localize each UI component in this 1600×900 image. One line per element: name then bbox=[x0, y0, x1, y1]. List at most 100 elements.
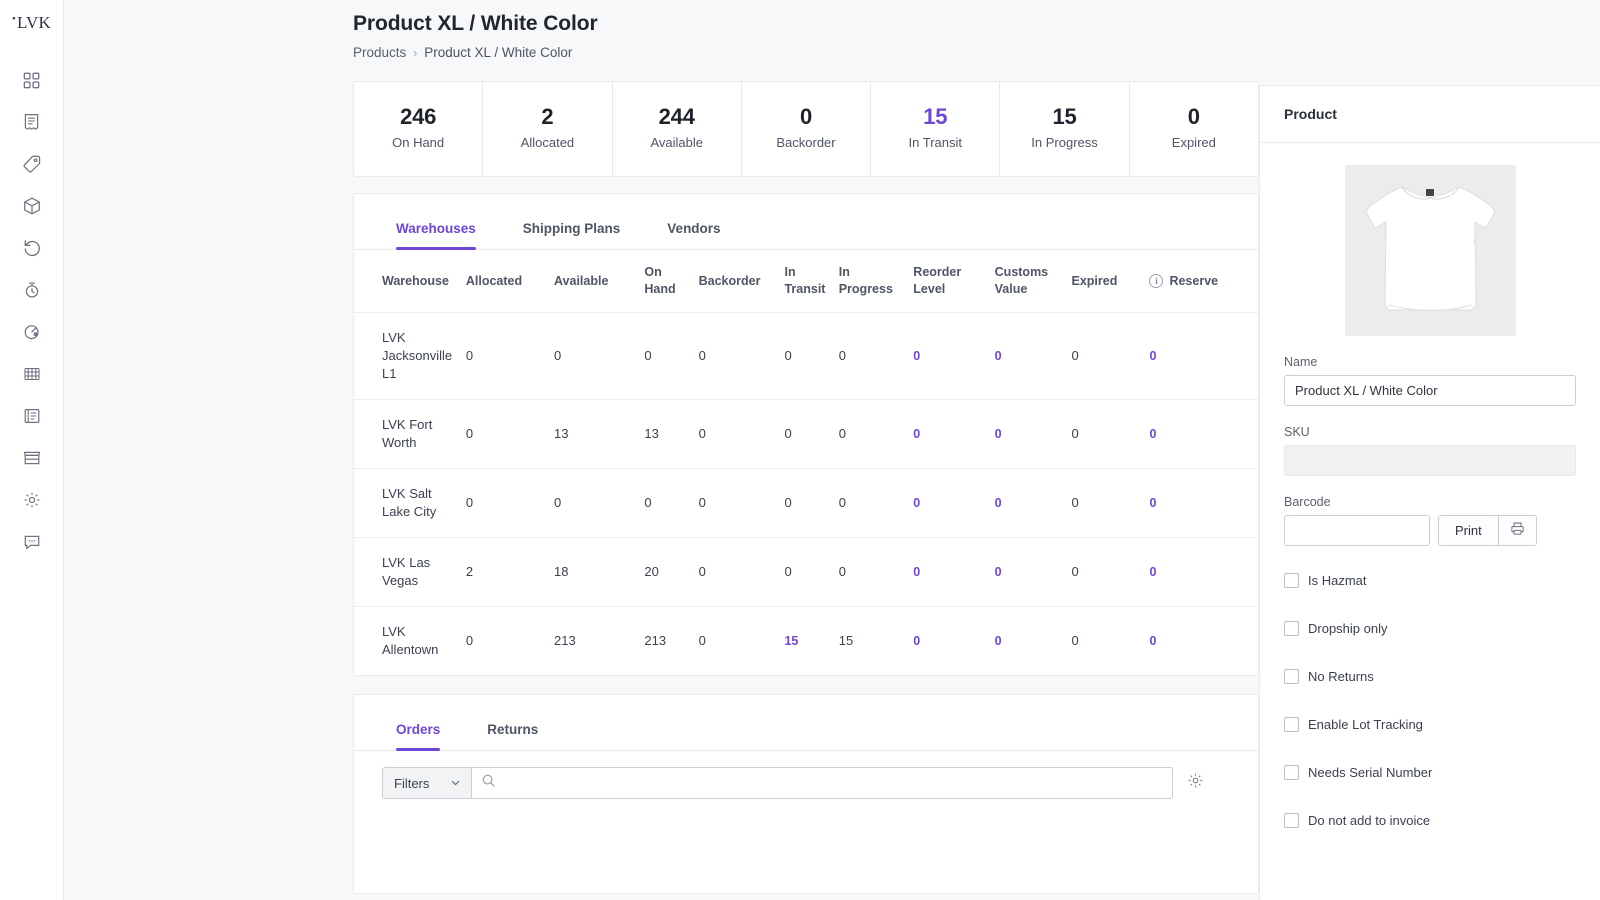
cell-expired: 0 bbox=[1071, 400, 1149, 469]
cell-backorder: 0 bbox=[699, 607, 785, 676]
filters-dropdown[interactable]: Filters bbox=[383, 768, 472, 798]
cell-in-transit[interactable]: 15 bbox=[784, 607, 838, 676]
sidebar-rail: •LVK bbox=[0, 0, 64, 900]
checkbox-box[interactable] bbox=[1284, 765, 1299, 780]
warehouse-table-head: Warehouse Allocated Available On Hand Ba… bbox=[354, 250, 1258, 313]
cell-expired: 0 bbox=[1071, 469, 1149, 538]
sidebar-item-products[interactable] bbox=[0, 143, 64, 185]
checkbox-dropship-only[interactable]: Dropship only bbox=[1284, 616, 1576, 640]
checkbox-label: Enable Lot Tracking bbox=[1308, 717, 1423, 732]
cell-reorder-level[interactable]: 0 bbox=[913, 538, 994, 607]
sidebar-item-warehouses[interactable] bbox=[0, 353, 64, 395]
stat-expired: 0 Expired bbox=[1130, 82, 1258, 176]
cell-on-hand: 0 bbox=[644, 313, 698, 400]
tab-vendors[interactable]: Vendors bbox=[667, 221, 720, 249]
sidebar-item-orders[interactable] bbox=[0, 101, 64, 143]
checkbox-needs-serial-number[interactable]: Needs Serial Number bbox=[1284, 760, 1576, 784]
sidebar-item-analytics[interactable] bbox=[0, 311, 64, 353]
sidebar-item-dashboard[interactable] bbox=[0, 59, 64, 101]
cell-warehouse: LVK Allentown bbox=[354, 607, 466, 676]
tab-returns[interactable]: Returns bbox=[487, 722, 538, 750]
sidebar-item-shipping[interactable] bbox=[0, 269, 64, 311]
cell-reserve[interactable]: 0 bbox=[1149, 313, 1258, 400]
stat-value[interactable]: 15 bbox=[923, 104, 947, 130]
cell-expired: 0 bbox=[1071, 313, 1149, 400]
cell-customs-value[interactable]: 0 bbox=[995, 607, 1072, 676]
brand-logo[interactable]: •LVK bbox=[0, 0, 63, 46]
cell-reorder-level[interactable]: 0 bbox=[913, 469, 994, 538]
table-row[interactable]: LVK Jacksonville L1 0 0 0 0 0 0 0 0 0 0 bbox=[354, 313, 1258, 400]
tab-orders[interactable]: Orders bbox=[396, 722, 440, 750]
cell-in-progress: 0 bbox=[839, 400, 914, 469]
sidebar-item-stores[interactable] bbox=[0, 437, 64, 479]
tab-warehouses[interactable]: Warehouses bbox=[396, 221, 476, 249]
print-button-group: Print bbox=[1438, 515, 1537, 546]
sidebar-item-billing[interactable] bbox=[0, 395, 64, 437]
cell-allocated: 0 bbox=[466, 400, 554, 469]
billing-icon bbox=[23, 407, 41, 425]
checkbox-do-not-add-to-invoice[interactable]: Do not add to invoice bbox=[1284, 808, 1576, 832]
stat-value: 0 bbox=[1188, 104, 1200, 130]
cell-reserve[interactable]: 0 bbox=[1149, 607, 1258, 676]
cell-reorder-level[interactable]: 0 bbox=[913, 313, 994, 400]
cell-reorder-level[interactable]: 0 bbox=[913, 607, 994, 676]
cell-in-transit: 0 bbox=[784, 538, 838, 607]
name-input[interactable] bbox=[1284, 375, 1576, 406]
sidebar-item-returns[interactable] bbox=[0, 227, 64, 269]
table-row[interactable]: LVK Allentown 0 213 213 0 15 15 0 0 0 0 bbox=[354, 607, 1258, 676]
orders-tabs: Orders Returns bbox=[354, 695, 1258, 751]
cell-in-progress: 15 bbox=[839, 607, 914, 676]
cell-reserve[interactable]: 0 bbox=[1149, 469, 1258, 538]
checkbox-box[interactable] bbox=[1284, 717, 1299, 732]
stat-label: Expired bbox=[1172, 135, 1216, 150]
chevron-down-icon bbox=[451, 778, 460, 789]
sku-input bbox=[1284, 445, 1576, 476]
checkbox-box[interactable] bbox=[1284, 573, 1299, 588]
breadcrumb-parent-link[interactable]: Products bbox=[353, 45, 406, 60]
cell-customs-value[interactable]: 0 bbox=[995, 469, 1072, 538]
cell-warehouse: LVK Jacksonville L1 bbox=[354, 313, 466, 400]
print-icon-button[interactable] bbox=[1499, 516, 1536, 545]
page-gutter bbox=[64, 0, 353, 900]
panel-title: Product bbox=[1260, 86, 1600, 143]
checkbox-label: No Returns bbox=[1308, 669, 1374, 684]
main-column: Product XL / White Color Products › Prod… bbox=[353, 0, 1259, 900]
stat-label: Available bbox=[650, 135, 703, 150]
cell-reorder-level[interactable]: 0 bbox=[913, 400, 994, 469]
print-button[interactable]: Print bbox=[1439, 516, 1499, 545]
search-wrapper bbox=[472, 768, 1172, 798]
sidebar-item-support[interactable] bbox=[0, 521, 64, 563]
checkbox-box[interactable] bbox=[1284, 669, 1299, 684]
checkbox-label: Is Hazmat bbox=[1308, 573, 1367, 588]
search-input[interactable] bbox=[503, 769, 1162, 797]
checkbox-no-returns[interactable]: No Returns bbox=[1284, 664, 1576, 688]
col-in-transit: In Transit bbox=[784, 250, 838, 313]
cell-in-transit: 0 bbox=[784, 400, 838, 469]
cell-customs-value[interactable]: 0 bbox=[995, 313, 1072, 400]
tab-shipping-plans[interactable]: Shipping Plans bbox=[523, 221, 621, 249]
barcode-input[interactable] bbox=[1284, 515, 1430, 546]
table-settings-button[interactable] bbox=[1187, 772, 1204, 794]
table-row[interactable]: LVK Las Vegas 2 18 20 0 0 0 0 0 0 0 bbox=[354, 538, 1258, 607]
product-flags: Is Hazmat Dropship only No Returns Enabl… bbox=[1284, 568, 1576, 832]
cell-on-hand: 13 bbox=[644, 400, 698, 469]
dashboard-icon bbox=[23, 72, 40, 89]
sidebar-item-settings[interactable] bbox=[0, 479, 64, 521]
page-canvas: Product XL / White Color Products › Prod… bbox=[64, 0, 1600, 900]
cell-in-transit: 0 bbox=[784, 469, 838, 538]
col-allocated: Allocated bbox=[466, 250, 554, 313]
breadcrumb-separator-icon: › bbox=[413, 46, 417, 60]
table-row[interactable]: LVK Fort Worth 0 13 13 0 0 0 0 0 0 0 bbox=[354, 400, 1258, 469]
table-row[interactable]: LVK Salt Lake City 0 0 0 0 0 0 0 0 0 0 bbox=[354, 469, 1258, 538]
checkbox-box[interactable] bbox=[1284, 621, 1299, 636]
cell-reserve[interactable]: 0 bbox=[1149, 400, 1258, 469]
cell-customs-value[interactable]: 0 bbox=[995, 400, 1072, 469]
sidebar-item-inventory[interactable] bbox=[0, 185, 64, 227]
checkbox-enable-lot-tracking[interactable]: Enable Lot Tracking bbox=[1284, 712, 1576, 736]
checkbox-is-hazmat[interactable]: Is Hazmat bbox=[1284, 568, 1576, 592]
cell-reserve[interactable]: 0 bbox=[1149, 538, 1258, 607]
checkbox-box[interactable] bbox=[1284, 813, 1299, 828]
cell-customs-value[interactable]: 0 bbox=[995, 538, 1072, 607]
info-icon[interactable]: i bbox=[1149, 274, 1163, 288]
cell-expired: 0 bbox=[1071, 538, 1149, 607]
